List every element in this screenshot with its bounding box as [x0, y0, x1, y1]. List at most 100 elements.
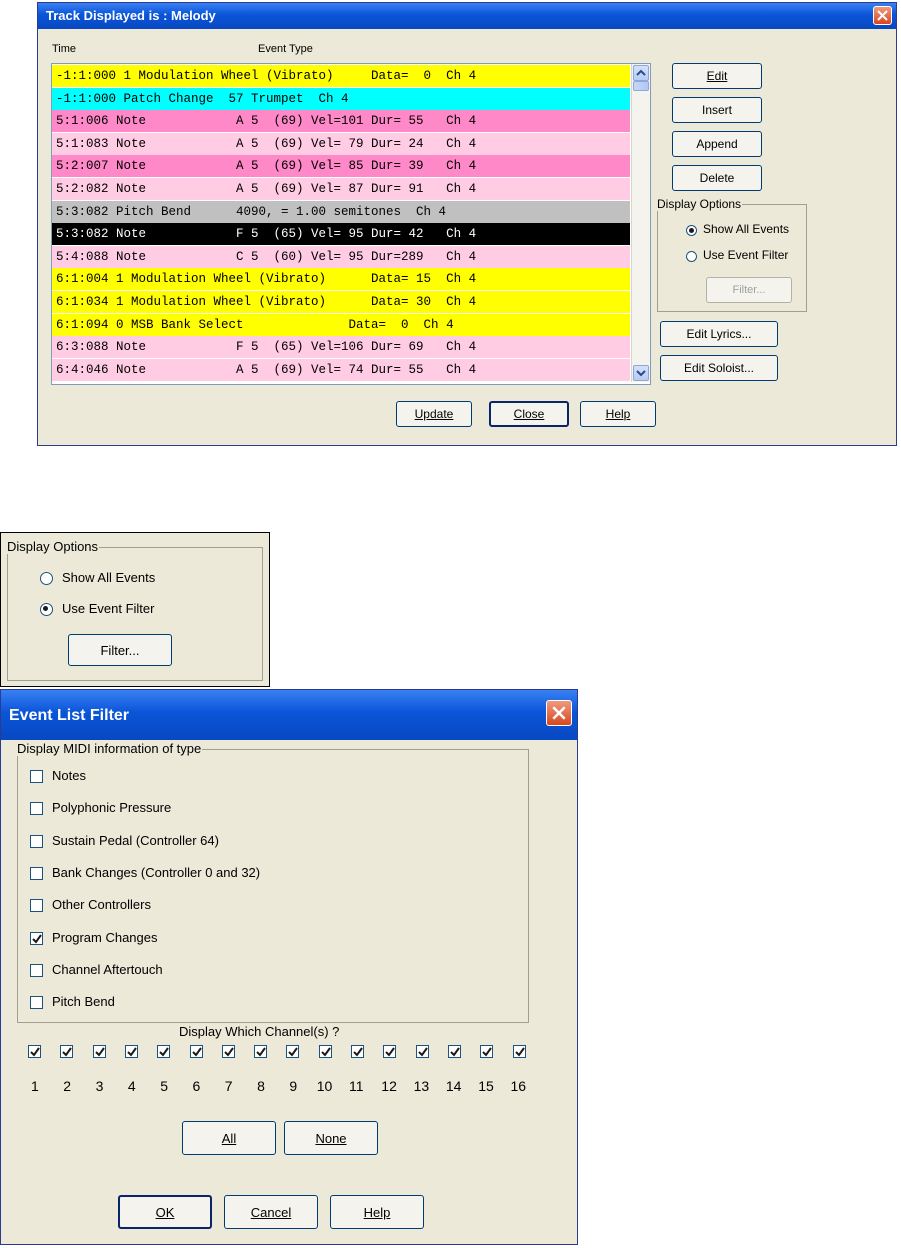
edit-lyrics-button[interactable]: Edit Lyrics... [660, 321, 778, 347]
channel-checkbox[interactable] [383, 1045, 397, 1058]
crop-use-event-filter-label[interactable]: Use Event Filter [62, 601, 154, 616]
display-options-crop-group: Display Options Show All Events Use Even… [6, 539, 263, 681]
filter-help-button[interactable]: Help [330, 1195, 424, 1229]
delete-button-label: Delete [699, 171, 735, 185]
type-label[interactable]: Other Controllers [52, 897, 151, 912]
edit-soloist-button[interactable]: Edit Soloist... [660, 355, 778, 381]
track-window-titlebar[interactable]: Track Displayed is : Melody [38, 3, 896, 29]
type-label[interactable]: Program Changes [52, 930, 158, 945]
channel-checkbox[interactable] [254, 1045, 268, 1058]
crop-use-event-filter-radio[interactable] [40, 603, 53, 616]
channel-checkbox[interactable] [351, 1045, 364, 1058]
help-button-label: Help [605, 407, 631, 421]
event-row[interactable]: -1:1:000 Patch Change 57 Trumpet Ch 4 [52, 87, 630, 110]
event-row[interactable]: -1:1:000 1 Modulation Wheel (Vibrato) Da… [52, 65, 630, 87]
channel-number: 14 [445, 1078, 462, 1094]
channel-checkbox[interactable] [318, 1045, 332, 1058]
type-label[interactable]: Notes [52, 768, 86, 783]
type-checkbox[interactable] [30, 802, 43, 816]
ok-button-label: OK [155, 1204, 175, 1220]
display-options-crop: Display Options Show All Events Use Even… [0, 532, 270, 687]
event-row[interactable]: 5:2:007 Note A 5 (69) Vel= 85 Dur= 39 Ch… [52, 155, 630, 178]
type-checkbox[interactable] [30, 963, 43, 977]
channel-number: 8 [257, 1078, 265, 1094]
type-checkbox[interactable] [30, 899, 43, 913]
append-button[interactable]: Append [672, 131, 762, 157]
filter-close-icon[interactable] [546, 700, 572, 726]
all-button[interactable]: All [182, 1121, 276, 1155]
scroll-thumb[interactable] [633, 81, 649, 91]
edit-button[interactable]: Edit [672, 63, 762, 89]
help-button[interactable]: Help [580, 401, 656, 427]
insert-button[interactable]: Insert [672, 97, 762, 123]
type-checkbox[interactable] [30, 996, 43, 1010]
scroll-up-button[interactable] [633, 65, 649, 81]
crop-filter-button-label: Filter... [100, 642, 140, 658]
show-all-events-label[interactable]: Show All Events [703, 222, 789, 236]
crop-show-all-events-radio[interactable] [40, 572, 53, 585]
edit-button-label: Edit [706, 69, 728, 83]
event-row[interactable]: 5:3:082 Note F 5 (65) Vel= 95 Dur= 42 Ch… [52, 222, 631, 247]
channel-number: 9 [289, 1078, 298, 1094]
channel-checkbox[interactable] [286, 1045, 300, 1058]
channel-checkbox[interactable] [28, 1045, 41, 1058]
type-checkbox[interactable] [30, 770, 43, 783]
event-row[interactable]: 6:1:094 0 MSB Bank Select Data= 0 Ch 4 [52, 313, 630, 336]
event-row[interactable]: 5:2:082 Note A 5 (69) Vel= 87 Dur= 91 Ch… [52, 178, 630, 200]
show-all-events-radio[interactable] [686, 225, 697, 236]
edit-lyrics-button-label: Edit Lyrics... [686, 327, 752, 341]
channel-checkbox[interactable] [189, 1045, 203, 1058]
display-options-crop-label: Display Options [6, 539, 100, 554]
insert-button-label: Insert [701, 103, 732, 117]
channel-checkbox[interactable] [92, 1045, 106, 1058]
ok-button[interactable]: OK [118, 1195, 212, 1229]
use-event-filter-radio[interactable] [686, 251, 697, 262]
chevron-down-icon [636, 370, 646, 377]
scroll-down-button[interactable] [633, 365, 649, 381]
event-row[interactable]: 5:3:082 Pitch Bend 4090, = 1.00 semitone… [52, 200, 630, 223]
delete-button[interactable]: Delete [672, 165, 762, 191]
column-header-event-type: Event Type [258, 43, 313, 55]
event-row[interactable]: 5:4:088 Note C 5 (60) Vel= 95 Dur=289 Ch… [52, 245, 630, 268]
channel-number: 16 [510, 1078, 527, 1094]
close-button[interactable]: Close [489, 401, 569, 427]
event-list-scrollbar[interactable] [631, 64, 650, 382]
type-checkbox[interactable] [30, 866, 43, 880]
channel-checkbox[interactable] [512, 1045, 526, 1058]
event-row[interactable]: 6:3:088 Note F 5 (65) Vel=106 Dur= 69 Ch… [52, 336, 630, 359]
filter-button[interactable]: Filter... [706, 277, 792, 303]
cancel-button[interactable]: Cancel [224, 1195, 318, 1229]
type-label[interactable]: Pitch Bend [52, 994, 115, 1009]
channel-number: 10 [316, 1078, 333, 1094]
type-label[interactable]: Bank Changes (Controller 0 and 32) [52, 865, 260, 880]
use-event-filter-label[interactable]: Use Event Filter [703, 248, 788, 262]
update-button[interactable]: Update [396, 401, 472, 427]
channel-checkbox[interactable] [124, 1045, 138, 1058]
filter-window-title: Event List Filter [9, 707, 130, 724]
type-label[interactable]: Sustain Pedal (Controller 64) [52, 833, 219, 848]
append-button-label: Append [696, 137, 738, 151]
event-row[interactable]: 5:1:083 Note A 5 (69) Vel= 79 Dur= 24 Ch… [52, 132, 630, 155]
channel-checkbox[interactable] [60, 1045, 74, 1058]
update-button-label: Update [414, 407, 454, 421]
display-options-label: Display Options [656, 197, 743, 211]
channel-checkbox[interactable] [415, 1045, 429, 1058]
channel-checkbox[interactable] [221, 1045, 235, 1058]
channel-checkbox[interactable] [447, 1045, 461, 1058]
channel-checkbox[interactable] [480, 1045, 494, 1058]
channel-checkbox[interactable] [157, 1045, 171, 1058]
event-row[interactable]: 6:1:034 1 Modulation Wheel (Vibrato) Dat… [52, 291, 630, 313]
event-row[interactable]: 5:1:006 Note A 5 (69) Vel=101 Dur= 55 Ch… [52, 110, 630, 133]
event-list[interactable]: 6:4:046 Note A 5 (69) Vel= 74 Dur= 55 Ch… [51, 63, 651, 385]
event-row[interactable]: 6:4:046 Note A 5 (69) Vel= 74 Dur= 55 Ch… [52, 358, 630, 381]
none-button[interactable]: None [284, 1121, 378, 1155]
type-checkbox[interactable] [30, 834, 43, 848]
crop-show-all-events-label[interactable]: Show All Events [62, 570, 155, 585]
type-checkbox[interactable] [30, 931, 43, 945]
type-label[interactable]: Polyphonic Pressure [52, 800, 171, 815]
crop-filter-button[interactable]: Filter... [68, 634, 172, 666]
filter-window-titlebar[interactable]: Event List Filter [1, 690, 577, 740]
event-row[interactable]: 6:1:004 1 Modulation Wheel (Vibrato) Dat… [52, 268, 630, 291]
close-icon[interactable] [873, 6, 892, 25]
type-label[interactable]: Channel Aftertouch [52, 962, 163, 977]
